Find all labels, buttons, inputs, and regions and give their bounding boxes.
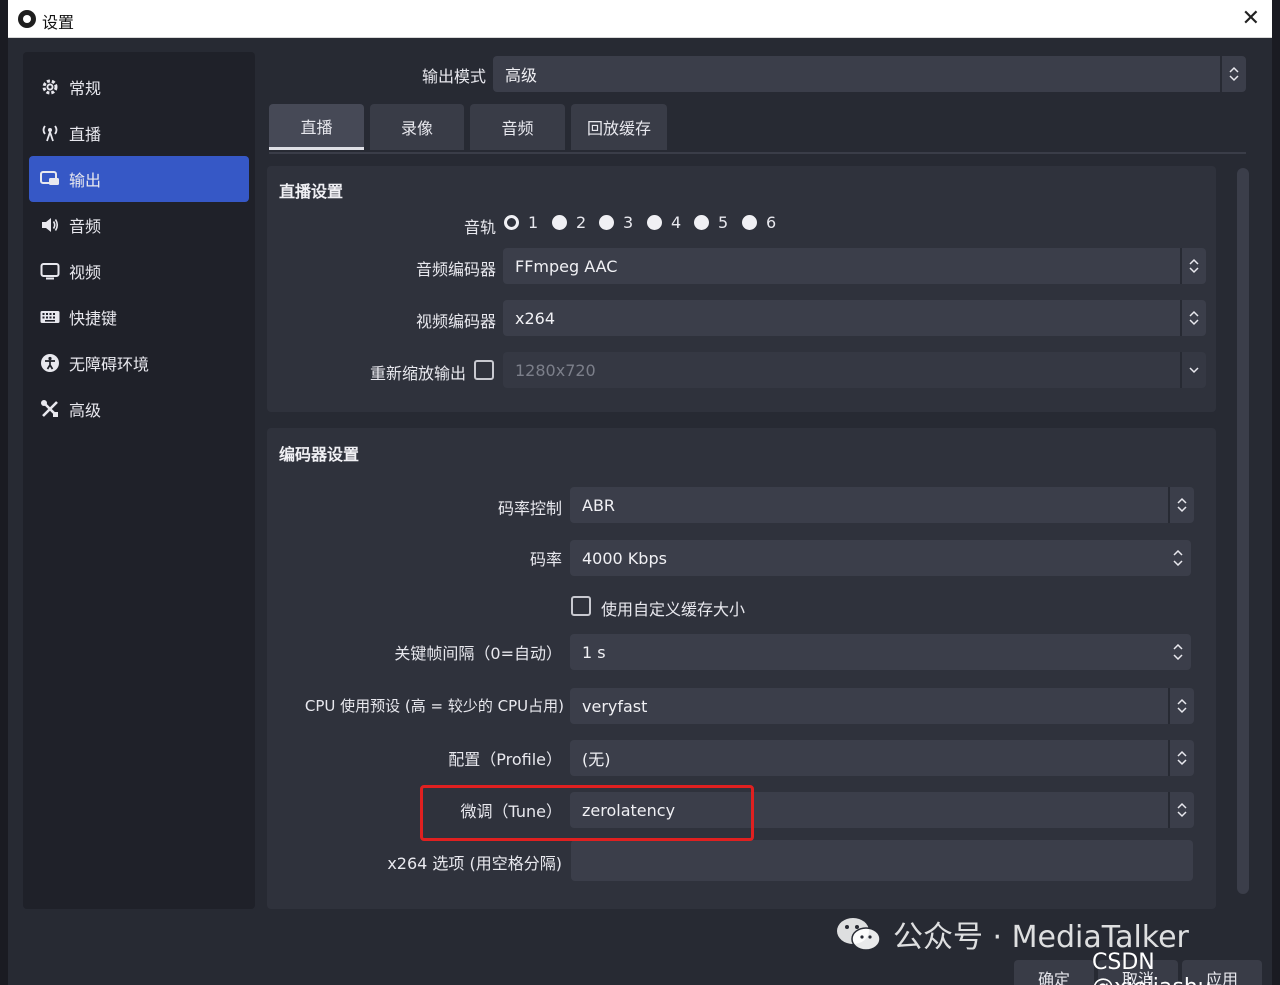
sidebar-item-label: 高级 [69,401,102,420]
updown-icon [1168,688,1194,724]
radio-icon [742,215,757,230]
audio-encoder-select[interactable]: FFmpeg AAC [503,248,1206,284]
output-mode-label: 输出模式 [421,67,486,86]
sidebar-item-video[interactable]: 视频 [29,248,249,294]
sidebar-item-hotkeys[interactable]: 快捷键 [29,294,249,340]
sidebar-item-label: 直播 [69,125,102,144]
rate-control-label: 码率控制 [497,499,562,518]
track-radio-5[interactable]: 5 [694,213,728,232]
tab-audio[interactable]: 音频 [470,104,565,150]
window-title: 设置 [42,13,75,32]
audio-track-label: 音轨 [463,218,496,237]
cpu-preset-label: CPU 使用预设 (高 = 较少的 CPU占用) [304,697,564,715]
keyboard-icon [39,306,61,328]
profile-label: 配置（Profile） [448,750,562,769]
output-icon [39,168,61,190]
sidebar-item-audio[interactable]: 音频 [29,202,249,248]
sidebar-item-label: 快捷键 [69,309,118,328]
chevron-down-icon [1180,352,1206,388]
x264-options-label: x264 选项 (用空格分隔) [387,854,562,873]
sidebar-item-label: 输出 [69,171,102,190]
rate-control-select[interactable]: ABR [570,487,1194,523]
cpu-preset-select[interactable]: veryfast [570,688,1194,724]
stepper-icon[interactable] [1165,634,1191,670]
accessibility-icon [39,352,61,374]
custom-buffer-checkbox[interactable] [571,596,591,616]
rescale-resolution-select: 1280x720 [503,352,1206,388]
rescale-output-label: 重新缩放输出 [369,364,466,383]
sidebar-item-advanced[interactable]: 高级 [29,386,249,432]
track-radio-2[interactable]: 2 [552,213,586,232]
radio-checked-icon [504,215,519,230]
bitrate-value: 4000 Kbps [582,548,667,568]
audio-encoder-value: FFmpeg AAC [515,256,618,276]
video-encoder-label: 视频编码器 [415,312,496,331]
sidebar-item-accessibility[interactable]: 无障碍环境 [29,340,249,386]
keyframe-interval-spinbox[interactable]: 1 s [570,634,1191,670]
updown-icon [1180,248,1206,284]
sidebar-item-stream[interactable]: 直播 [29,110,249,156]
keyframe-interval-label: 关键帧间隔（0=自动） [394,644,562,663]
output-mode-select[interactable]: 高级 [493,56,1246,92]
close-icon[interactable]: ✕ [1242,6,1260,31]
track-radio-6[interactable]: 6 [742,213,776,232]
title-bar: 设置 ✕ [8,0,1272,38]
encoder-settings-title: 编码器设置 [279,445,360,464]
tune-highlight-box [420,785,754,841]
settings-window: 常规 直播 输出 音频 视频 快捷键 无障碍环境 高级 输出模式 高级 直播 录… [8,38,1272,985]
updown-icon [1168,740,1194,776]
video-encoder-select[interactable]: x264 [503,300,1206,336]
radio-icon [647,215,662,230]
rescale-resolution-value: 1280x720 [515,360,596,380]
bitrate-spinbox[interactable]: 4000 Kbps [570,540,1191,576]
speaker-icon [39,214,61,236]
sidebar-item-label: 无障碍环境 [69,355,150,374]
video-encoder-value: x264 [515,308,556,328]
tab-recording[interactable]: 录像 [370,104,464,150]
updown-icon [1168,487,1194,523]
output-mode-value: 高级 [505,66,538,85]
tab-replay-buffer[interactable]: 回放缓存 [571,104,667,150]
updown-icon [1168,792,1194,828]
tab-underline [269,152,1246,154]
rate-control-value: ABR [582,495,616,515]
bitrate-label: 码率 [529,550,562,569]
gear-icon [39,76,61,98]
x264-options-input[interactable] [571,840,1193,881]
rescale-output-checkbox[interactable] [474,360,494,380]
sidebar: 常规 直播 输出 音频 视频 快捷键 无障碍环境 高级 [23,52,255,909]
csdn-credit: CSDN @xiejiashu [1092,950,1212,985]
keyframe-interval-value: 1 s [582,642,606,662]
updown-icon [1220,56,1246,92]
stream-settings-title: 直播设置 [279,182,344,201]
broadcast-icon [39,122,61,144]
cpu-preset-value: veryfast [582,696,648,716]
updown-icon [1180,300,1206,336]
scrollbar[interactable] [1237,168,1249,894]
track-radio-1[interactable]: 1 [504,213,538,232]
sidebar-item-label: 视频 [69,263,102,282]
wechat-icon [837,918,881,951]
profile-value: (无) [582,750,611,769]
ok-button[interactable]: 确定 [1014,960,1094,985]
wrench-icon [39,398,61,420]
radio-icon [552,215,567,230]
custom-buffer-label: 使用自定义缓存大小 [601,600,746,619]
sidebar-item-label: 音频 [69,217,102,236]
sidebar-item-label: 常规 [69,79,102,98]
sidebar-item-output[interactable]: 输出 [29,156,249,202]
radio-icon [694,215,709,230]
stepper-icon[interactable] [1165,540,1191,576]
profile-select[interactable]: (无) [570,740,1194,776]
monitor-icon [39,260,61,282]
audio-encoder-label: 音频编码器 [415,260,496,279]
radio-icon [599,215,614,230]
obs-logo-icon [18,10,36,28]
tab-stream[interactable]: 直播 [269,104,364,150]
track-radio-4[interactable]: 4 [647,213,681,232]
sidebar-item-general[interactable]: 常规 [29,64,249,110]
track-radio-3[interactable]: 3 [599,213,633,232]
